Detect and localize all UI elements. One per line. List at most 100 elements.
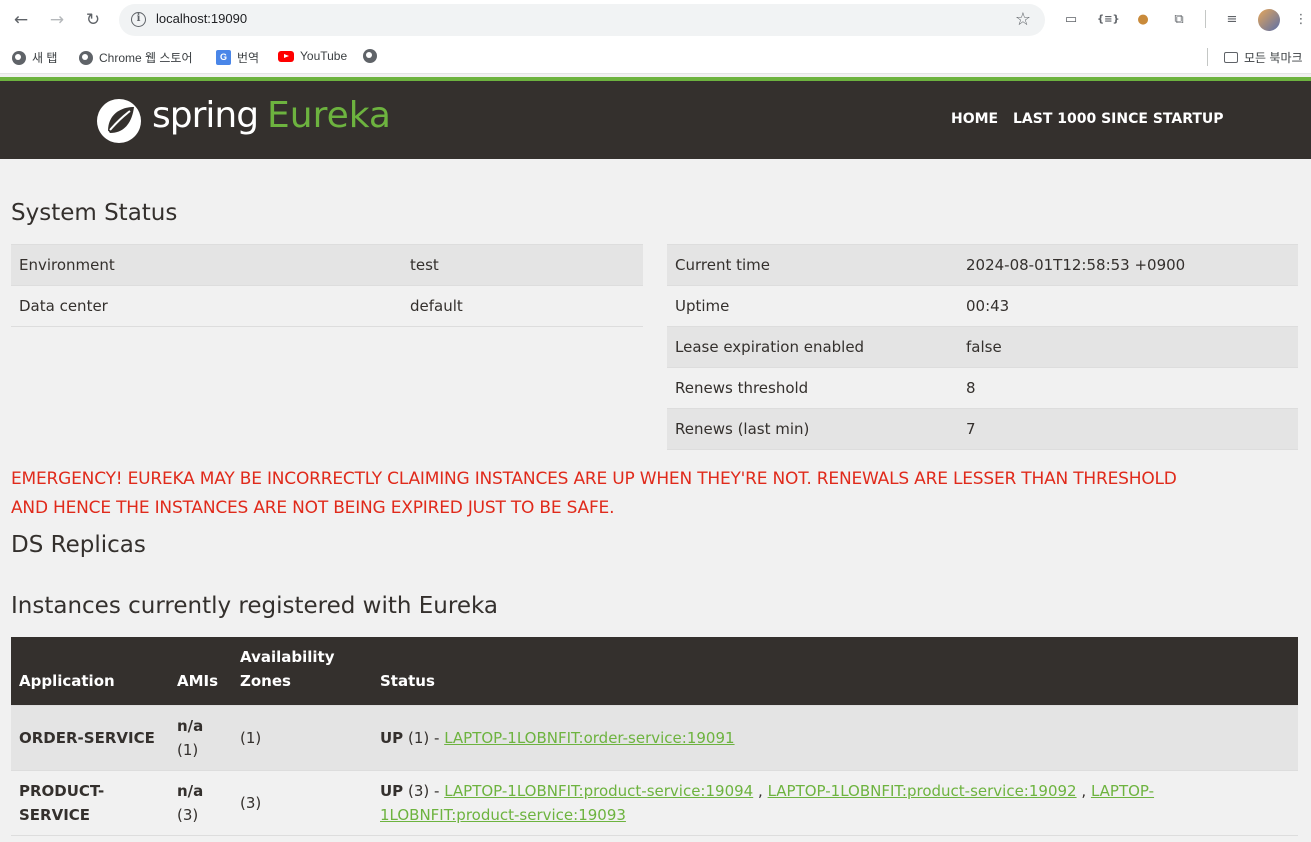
globe-icon	[12, 50, 26, 65]
application-name: PRODUCT- SERVICE	[11, 770, 169, 836]
amis-count: (1)	[177, 741, 199, 759]
status-key: Current time	[667, 244, 958, 286]
zones-cell: (3)	[232, 770, 372, 836]
bookmark-label: 번역	[237, 51, 260, 65]
translate-icon: G	[216, 50, 231, 65]
status-key: Uptime	[667, 285, 958, 327]
table-row: Environment test	[11, 244, 643, 286]
amis-value: n/a	[177, 717, 204, 735]
instance-link[interactable]: LAPTOP-1LOBNFIT:product-service:19092	[768, 782, 1077, 800]
bookmark-translate[interactable]: G 번역	[216, 49, 259, 66]
bookmark-label: YouTube	[300, 49, 348, 63]
bookmark-star-icon[interactable]: ☆	[1015, 9, 1031, 30]
cast-icon[interactable]: ▭	[1061, 10, 1081, 30]
zones-cell: (1)	[232, 705, 372, 771]
bookmark-label: 새 탭	[32, 51, 58, 65]
status-value: test	[402, 244, 643, 286]
all-bookmarks-folder[interactable]: 모든 북마크	[1224, 49, 1303, 66]
bookmark-chrome-web-store[interactable]: Chrome 웹 스토어	[79, 49, 193, 66]
status-key: Environment	[11, 244, 402, 286]
logo-eureka-text[interactable]: Eureka	[267, 95, 391, 136]
system-status-left-table: Environment test Data center default	[11, 244, 643, 327]
column-header-application: Application	[11, 637, 169, 706]
bookmark-youtube[interactable]: YouTube	[278, 49, 347, 63]
status-key: Renews (last min)	[667, 408, 958, 450]
all-bookmarks-label: 모든 북마크	[1244, 51, 1303, 65]
table-row: Data center default	[11, 285, 643, 327]
instances-table: Application AMIs Availability Zones Stat…	[11, 637, 1298, 836]
profile-avatar[interactable]	[1258, 9, 1280, 31]
application-name: ORDER-SERVICE	[11, 705, 169, 771]
status-cell: UP (1) - LAPTOP-1LOBNFIT:order-service:1…	[372, 705, 1298, 771]
table-row: Lease expiration enabled false	[667, 326, 1298, 368]
status-value: default	[402, 285, 643, 327]
bookmark-globe[interactable]	[363, 49, 377, 63]
table-row: ORDER-SERVICE n/a (1) (1) UP (1) - LAPTO…	[11, 705, 1298, 771]
globe-icon	[79, 50, 93, 65]
bookmark-label: Chrome 웹 스토어	[99, 51, 193, 65]
nav-last-1000-link[interactable]: LAST 1000 SINCE STARTUP	[1013, 111, 1224, 127]
logo-spring-text[interactable]: spring	[152, 95, 259, 136]
media-queue-icon[interactable]: ≡	[1222, 10, 1242, 30]
link-separator: ,	[1081, 782, 1087, 800]
nav-home-link[interactable]: HOME	[951, 111, 998, 127]
reload-icon[interactable]: ↻	[82, 9, 104, 31]
status-value: 2024-08-01T12:58:53 +0900	[958, 244, 1298, 286]
eureka-header: spring Eureka HOME LAST 1000 SINCE START…	[0, 81, 1311, 159]
instance-link[interactable]: LAPTOP-	[1091, 782, 1154, 800]
folder-icon	[1224, 52, 1238, 63]
system-status-title: System Status	[11, 200, 178, 226]
browser-toolbar: ← → ↻ i localhost:19090 ☆ ▭ {≡} ● ⧉ ≡ ⋮	[0, 0, 1311, 40]
site-info-icon[interactable]: i	[131, 12, 146, 27]
column-header-availability-zones-text: Availability Zones	[240, 648, 335, 690]
emergency-line-2: AND HENCE THE INSTANCES ARE NOT BEING EX…	[11, 498, 615, 518]
status-cell: UP (3) - LAPTOP-1LOBNFIT:product-service…	[372, 770, 1298, 836]
status-key: Renews threshold	[667, 367, 958, 409]
json-extension-icon[interactable]: {≡}	[1097, 10, 1120, 30]
menu-kebab-icon[interactable]: ⋮	[1294, 10, 1308, 30]
table-row: PRODUCT- SERVICE n/a (3) (3) UP (3) - LA…	[11, 770, 1298, 836]
table-row: Uptime 00:43	[667, 285, 1298, 327]
status-state: UP	[380, 782, 404, 800]
globe-icon	[363, 49, 377, 63]
address-bar[interactable]: i localhost:19090 ☆	[119, 4, 1045, 36]
status-key: Lease expiration enabled	[667, 326, 958, 368]
ds-replicas-title: DS Replicas	[11, 532, 146, 558]
column-header-availability-zones: Availability Zones	[232, 637, 372, 706]
column-header-status: Status	[372, 637, 1298, 706]
url-text[interactable]: localhost:19090	[156, 11, 247, 26]
table-header-row: Application AMIs Availability Zones Stat…	[11, 637, 1298, 706]
application-name-line-2: SERVICE	[19, 806, 91, 824]
amis-count: (3)	[177, 806, 199, 824]
instance-link-continued[interactable]: 1LOBNFIT:product-service:19093	[380, 806, 626, 824]
bookmark-new-tab[interactable]: 새 탭	[12, 49, 57, 66]
table-row: Current time 2024-08-01T12:58:53 +0900	[667, 244, 1298, 286]
emergency-warning: EMERGENCY! EUREKA MAY BE INCORRECTLY CLA…	[11, 465, 1301, 523]
youtube-icon	[278, 50, 294, 62]
back-arrow-icon[interactable]: ←	[10, 9, 32, 31]
table-row: Renews (last min) 7	[667, 408, 1298, 450]
extensions-puzzle-icon[interactable]: ⧉	[1169, 10, 1189, 30]
amis-value: n/a	[177, 782, 204, 800]
status-value: 8	[958, 367, 1298, 409]
status-state: UP	[380, 729, 404, 747]
amis-cell: n/a (1)	[169, 705, 232, 771]
bookmarks-divider	[1207, 48, 1208, 66]
status-value: 7	[958, 408, 1298, 450]
bookmarks-bar: 새 탭 Chrome 웹 스토어 G 번역 YouTube 모든 북마크	[0, 40, 1311, 74]
instances-title: Instances currently registered with Eure…	[11, 593, 498, 619]
amis-cell: n/a (3)	[169, 770, 232, 836]
link-separator: ,	[758, 782, 763, 800]
cookie-icon[interactable]: ●	[1133, 10, 1153, 30]
emergency-line-1: EMERGENCY! EUREKA MAY BE INCORRECTLY CLA…	[11, 469, 1177, 489]
forward-arrow-icon[interactable]: →	[46, 9, 68, 31]
toolbar-divider	[1205, 10, 1206, 28]
status-count: (3) -	[407, 782, 440, 800]
instance-link[interactable]: LAPTOP-1LOBNFIT:product-service:19094	[444, 782, 753, 800]
status-value: false	[958, 326, 1298, 368]
system-status-right-table: Current time 2024-08-01T12:58:53 +0900 U…	[667, 244, 1298, 450]
status-value: 00:43	[958, 285, 1298, 327]
status-count: (1) -	[407, 729, 440, 747]
instance-link[interactable]: LAPTOP-1LOBNFIT:order-service:19091	[444, 729, 734, 747]
spring-leaf-icon[interactable]	[96, 97, 144, 145]
